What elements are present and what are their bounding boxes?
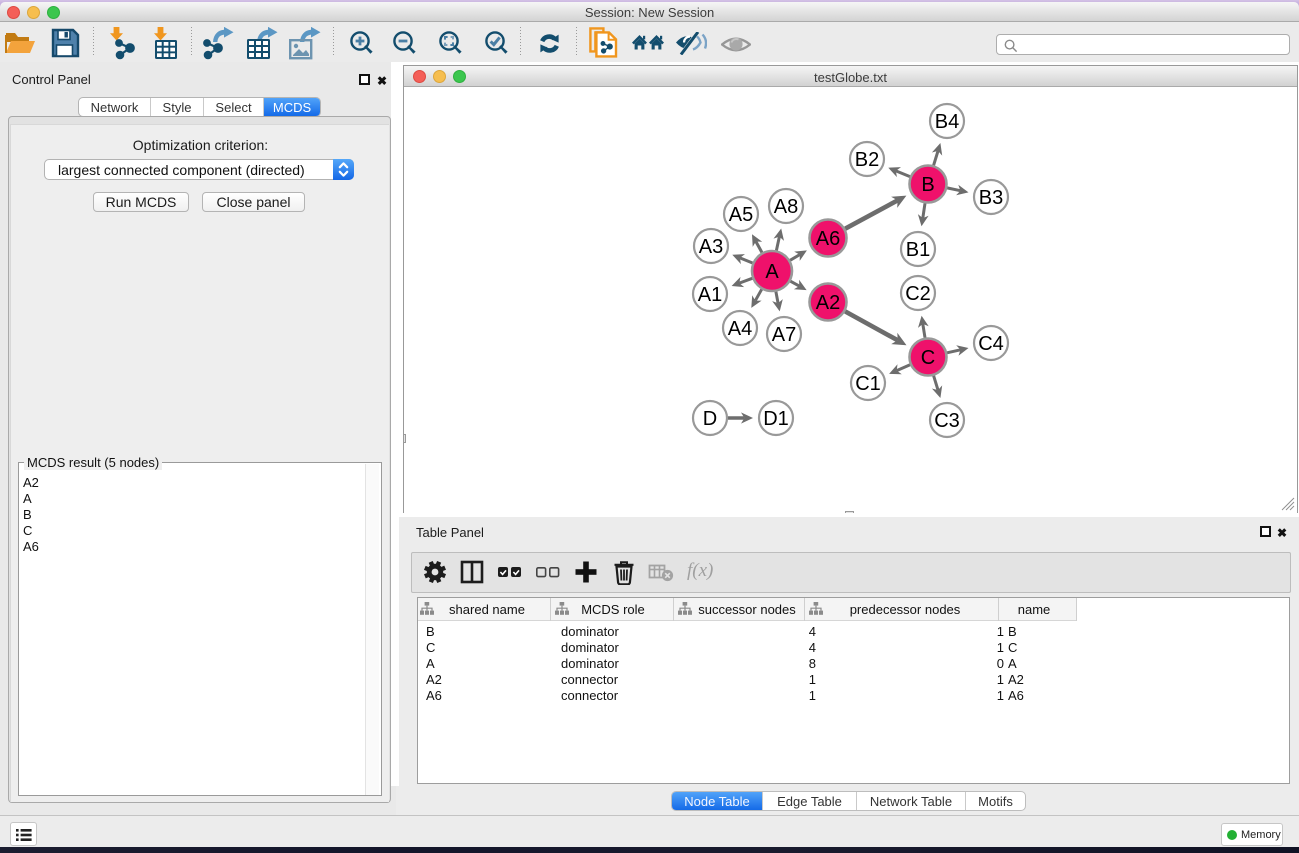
svg-text:C1: C1 xyxy=(855,373,881,395)
svg-text:A3: A3 xyxy=(699,236,723,258)
svg-text:B1: B1 xyxy=(906,239,930,261)
svg-text:C3: C3 xyxy=(934,410,960,432)
svg-text:B3: B3 xyxy=(979,187,1003,209)
svg-text:A2: A2 xyxy=(816,292,840,314)
svg-text:C4: C4 xyxy=(978,333,1004,355)
svg-text:A7: A7 xyxy=(772,324,796,346)
svg-text:A: A xyxy=(765,261,779,283)
svg-text:A6: A6 xyxy=(816,228,840,250)
svg-text:C2: C2 xyxy=(905,283,931,305)
svg-text:A5: A5 xyxy=(729,204,753,226)
svg-text:D1: D1 xyxy=(763,408,789,430)
svg-text:D: D xyxy=(703,408,717,430)
svg-text:A1: A1 xyxy=(698,284,722,306)
svg-text:A8: A8 xyxy=(774,196,798,218)
svg-text:B2: B2 xyxy=(855,149,879,171)
svg-text:B: B xyxy=(921,174,934,196)
svg-text:B4: B4 xyxy=(935,111,959,133)
svg-text:C: C xyxy=(921,347,935,369)
svg-text:A4: A4 xyxy=(728,318,752,340)
